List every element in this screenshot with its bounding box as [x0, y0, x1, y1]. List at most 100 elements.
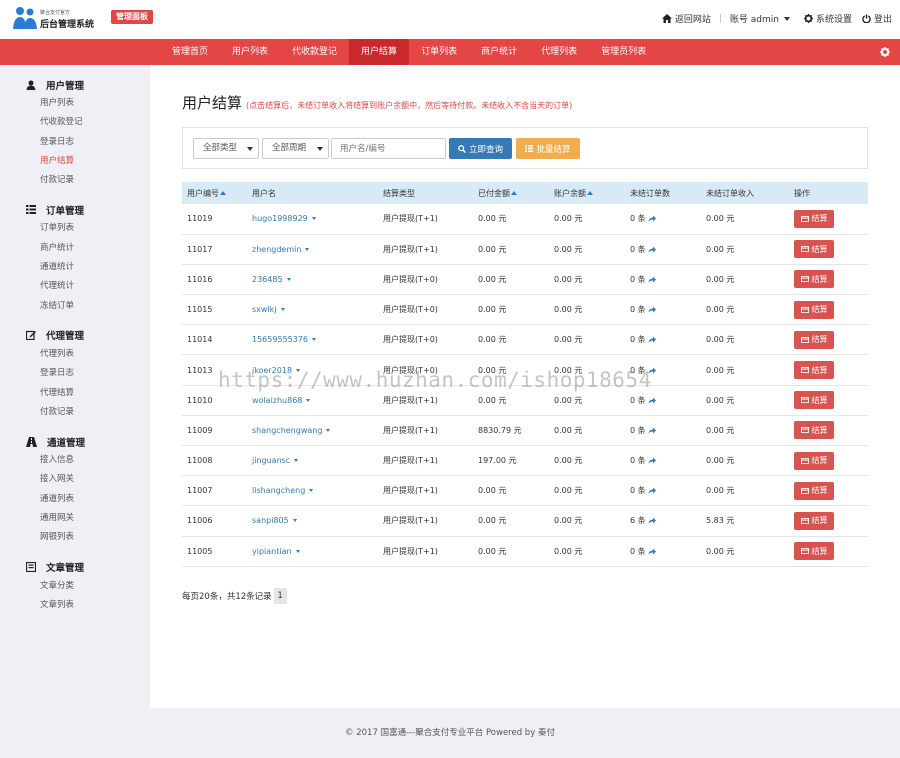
nav-item[interactable]: 订单列表 [409, 39, 469, 65]
nav-item[interactable]: 管理员列表 [589, 39, 658, 65]
logo[interactable]: 聚合支付官方 后台管理系统 [12, 5, 100, 33]
sidebar-link[interactable]: 文章分类 [40, 577, 150, 596]
cell-username: hugo1998929 [247, 204, 378, 235]
batch-settle-button[interactable]: 批量结算 [516, 138, 580, 159]
settle-button[interactable]: 结算 [794, 511, 834, 530]
settle-button[interactable]: 结算 [794, 330, 834, 349]
username-dropdown[interactable]: sxwlkj [252, 305, 285, 314]
sidebar-link[interactable]: 代收款登记 [40, 113, 150, 132]
account-dropdown[interactable]: 账号 admin [730, 12, 794, 25]
col-header-id[interactable]: 用户编号 [182, 182, 247, 204]
col-header-paid[interactable]: 已付金额 [473, 182, 549, 204]
sidebar-link[interactable]: 登录日志 [40, 133, 150, 152]
cell-balance: 0.00 元 [549, 475, 625, 507]
username-dropdown[interactable]: zhengdemin [252, 245, 310, 254]
share-arrow-icon[interactable] [648, 246, 656, 253]
nav-item[interactable]: 代理列表 [529, 39, 589, 65]
unsettled-income: 0.00 元 [706, 274, 735, 284]
sidebar-link[interactable]: 通道统计 [40, 258, 150, 277]
sidebar-link[interactable]: 接入信息 [40, 451, 150, 470]
sidebar-group: 通道管理接入信息 接入网关 通道列表 通用网关 网银列表 [26, 432, 150, 547]
back-site-link[interactable]: 返回网站 [661, 12, 711, 25]
settle-button[interactable]: 结算 [794, 421, 834, 440]
nav-item[interactable]: 用户列表 [220, 39, 280, 65]
page-title: 用户结算 (点击结算后，未结订单收入将结算到账户余额中，然后等待付款。未结收入不… [182, 92, 572, 113]
settle-button[interactable]: 结算 [794, 391, 834, 410]
settle-button[interactable]: 结算 [794, 451, 834, 470]
sidebar-link[interactable]: 付款记录 [40, 171, 150, 190]
share-arrow-icon[interactable] [648, 548, 656, 555]
cell-balance: 0.00 元 [549, 234, 625, 265]
sidebar-group-title: 订单管理 [46, 205, 85, 217]
nav-item[interactable]: 商户统计 [469, 39, 529, 65]
paid-amount: 0.00 元 [478, 214, 507, 224]
logout-link[interactable]: 登出 [862, 12, 892, 25]
share-arrow-icon[interactable] [648, 215, 656, 222]
sidebar-link[interactable]: 商户统计 [40, 239, 150, 258]
sidebar-link[interactable]: 接入网关 [40, 470, 150, 489]
share-arrow-icon[interactable] [648, 336, 656, 343]
sidebar-link[interactable]: 用户列表 [40, 94, 150, 113]
query-button[interactable]: 立即查询 [449, 138, 512, 159]
cell-username: zhengdemin [247, 234, 378, 265]
sidebar-group-header: 文章管理 [26, 558, 150, 577]
page-button-current[interactable]: 1 [273, 588, 287, 604]
share-arrow-icon[interactable] [648, 457, 656, 464]
settle-type: 用户提现(T+0) [383, 305, 438, 315]
username-dropdown[interactable]: wolaizhu868 [252, 395, 311, 405]
type-select[interactable]: 全部类型 [193, 138, 259, 159]
cell-unsettled-income: 0.00 元 [701, 294, 789, 326]
share-arrow-icon[interactable] [648, 487, 656, 494]
username-dropdown[interactable]: hugo1998929 [252, 214, 316, 223]
settle-button[interactable]: 结算 [794, 240, 834, 259]
nav-settings-gear-icon[interactable] [880, 47, 890, 57]
settle-button[interactable]: 结算 [794, 361, 834, 380]
sidebar-link[interactable]: 登录日志 [40, 364, 150, 383]
settle-button[interactable]: 结算 [794, 300, 834, 319]
sidebar-link[interactable]: 付款记录 [40, 403, 150, 422]
sidebar-group-title: 通道管理 [47, 437, 86, 449]
username-dropdown[interactable]: yipiantian [252, 547, 300, 556]
caret-down-icon [326, 428, 331, 432]
sidebar-link[interactable]: 冻结订单 [40, 297, 150, 316]
nav-item[interactable]: 用户结算 [349, 39, 410, 65]
search-input[interactable] [331, 138, 446, 159]
settle-button[interactable]: 结算 [794, 270, 834, 289]
share-arrow-icon[interactable] [648, 517, 656, 524]
share-arrow-icon[interactable] [648, 397, 656, 404]
balance-amount: 0.00 元 [554, 486, 583, 496]
username-dropdown[interactable]: lishangcheng [252, 486, 314, 495]
settle-button[interactable]: 结算 [794, 481, 834, 500]
cycle-select[interactable]: 全部周期 [262, 138, 329, 159]
sidebar-link[interactable]: 订单列表 [40, 219, 150, 238]
credit-card-icon [800, 397, 809, 404]
cell-unsettled-income: 0.00 元 [701, 354, 789, 386]
share-arrow-icon[interactable] [648, 306, 656, 313]
sidebar-group: 代理管理 代理列表 登录日志 代理结算 付款记录 [26, 326, 150, 422]
settings-link[interactable]: 系统设置 [803, 12, 852, 25]
sidebar-link[interactable]: 网银列表 [40, 528, 150, 547]
username-dropdown[interactable]: 15659555376 [252, 335, 316, 344]
settle-button[interactable]: 结算 [794, 209, 834, 228]
sidebar-link[interactable]: 代理列表 [40, 345, 150, 364]
username-dropdown[interactable]: sanpi805 [252, 516, 297, 525]
settle-button[interactable]: 结算 [794, 542, 834, 561]
username: wolaizhu868 [252, 395, 303, 405]
sidebar-link[interactable]: 通用网关 [40, 509, 150, 528]
sidebar-link[interactable]: 通道列表 [40, 490, 150, 509]
sidebar-link[interactable]: 代理结算 [40, 384, 150, 403]
paid-amount: 197.00 元 [478, 456, 517, 466]
username-dropdown[interactable]: 236485 [252, 275, 291, 284]
sidebar-link[interactable]: 用户结算 [40, 152, 150, 171]
share-arrow-icon[interactable] [648, 427, 656, 434]
col-header-balance[interactable]: 账户余额 [549, 182, 625, 204]
back-site-label: 返回网站 [674, 15, 711, 25]
sidebar-group-header: 订单管理 [26, 200, 150, 219]
username-dropdown[interactable]: shangchengwang [252, 426, 331, 435]
nav-item[interactable]: 管理首页 [160, 39, 220, 65]
sidebar-link[interactable]: 代理统计 [40, 277, 150, 296]
share-arrow-icon[interactable] [648, 276, 656, 283]
nav-item[interactable]: 代收款登记 [280, 39, 349, 65]
sidebar-link[interactable]: 文章列表 [40, 596, 150, 615]
username-dropdown[interactable]: jinguansc [252, 456, 299, 465]
